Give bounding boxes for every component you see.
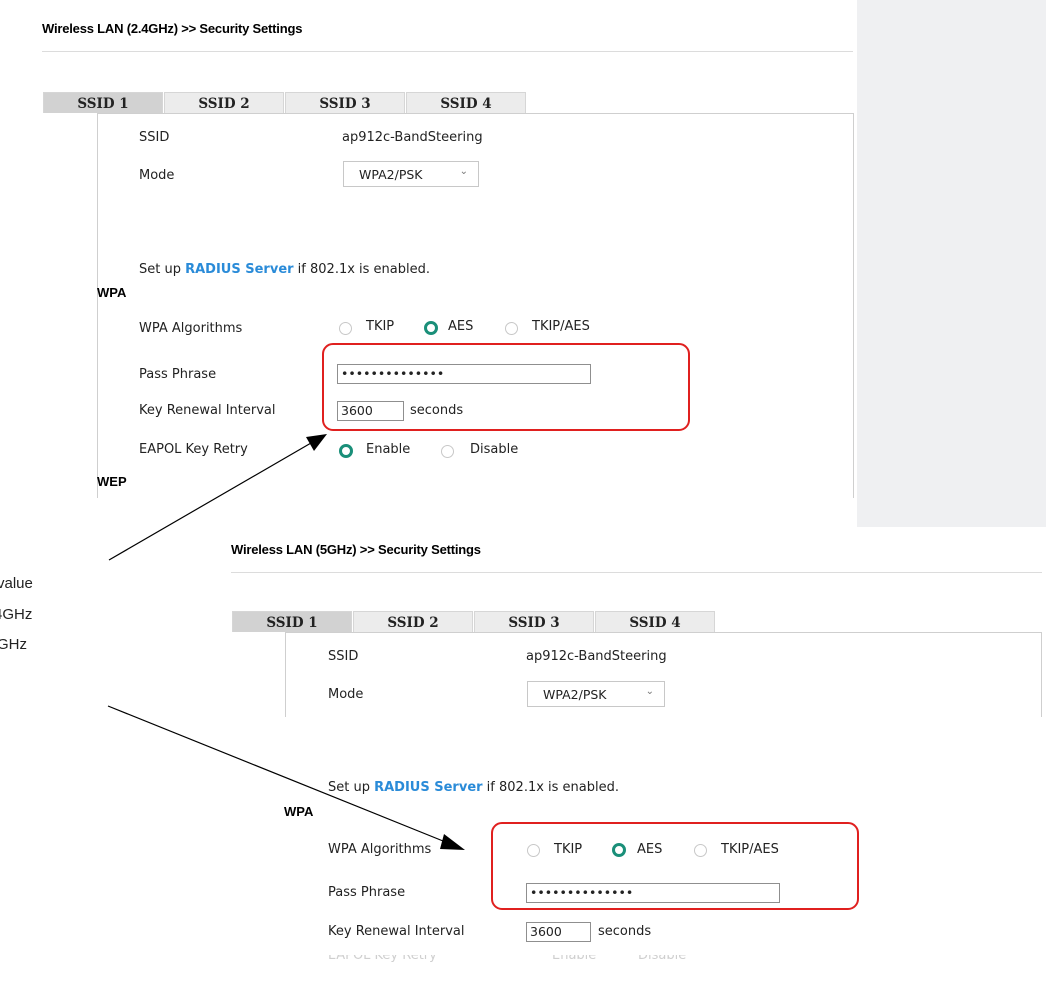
highlight-box-24ghz	[322, 343, 690, 431]
wpa-heading: WPA	[97, 285, 127, 300]
aes-radio[interactable]	[424, 321, 438, 335]
tkip-radio[interactable]	[339, 322, 352, 335]
ssid-tabs-24ghz: SSID 1 SSID 2 SSID 3 SSID 4	[43, 92, 527, 113]
ssid-label: SSID	[139, 130, 170, 145]
eapol-enable-radio[interactable]	[339, 444, 353, 458]
tab-ssid-4-5ghz[interactable]: SSID 4	[595, 611, 715, 632]
chevron-down-icon: ⌄	[645, 686, 654, 697]
aes-label: AES	[448, 319, 474, 334]
eapol-disable-label: Disable	[470, 442, 519, 457]
eapol-enable-label-5ghz: Enable	[552, 955, 597, 963]
eapol-disable-label-5ghz: Disable	[638, 955, 687, 963]
ssid-value-5ghz: ap912c-BandSteering	[526, 649, 667, 664]
ssid-label-5ghz: SSID	[328, 649, 359, 664]
radius-note-5ghz: Set up RADIUS Server if 802.1x is enable…	[328, 780, 619, 795]
mode-label: Mode	[139, 168, 175, 183]
eapol-disable-radio[interactable]	[441, 445, 454, 458]
page-title-24ghz: Wireless LAN (2.4GHz) >> Security Settin…	[42, 21, 303, 36]
key-renewal-unit-5ghz: seconds	[598, 924, 652, 939]
radius-note-prefix-5ghz: Set up	[328, 780, 375, 795]
side-background	[857, 0, 1046, 527]
radius-note-prefix: Set up	[139, 262, 186, 277]
key-renewal-input-5ghz[interactable]: 3600	[526, 922, 591, 942]
mode-select-5ghz[interactable]: WPA2/PSK ⌄	[527, 681, 665, 707]
tab-ssid-1-5ghz[interactable]: SSID 1	[232, 611, 352, 632]
mode-label-5ghz: Mode	[328, 687, 364, 702]
highlight-box-5ghz	[491, 822, 859, 910]
wpa-heading-5ghz: WPA	[284, 804, 314, 819]
radius-note-suffix: if 802.1x is enabled.	[293, 262, 431, 277]
tkip-label: TKIP	[366, 319, 395, 334]
pass-phrase-label-5ghz: Pass Phrase	[328, 885, 406, 900]
tab-ssid-2-5ghz[interactable]: SSID 2	[353, 611, 473, 632]
eapol-label-5ghz: EAPOL Key Retry	[328, 955, 437, 963]
tab-ssid-1[interactable]: SSID 1	[43, 92, 163, 113]
annotation-line-1: value	[0, 575, 33, 592]
annotation-line-3: GHz	[0, 636, 27, 653]
radius-server-link-5ghz[interactable]: RADIUS Server	[374, 780, 482, 795]
chevron-down-icon: ⌄	[459, 166, 468, 177]
tkip-aes-label: TKIP/AES	[532, 319, 590, 334]
tab-ssid-3[interactable]: SSID 3	[285, 92, 405, 113]
wpa-algorithms-label-5ghz: WPA Algorithms	[328, 842, 432, 857]
tkip-aes-radio[interactable]	[505, 322, 518, 335]
wep-heading: WEP	[97, 474, 127, 489]
wpa-algorithms-label: WPA Algorithms	[139, 321, 243, 336]
tab-ssid-4[interactable]: SSID 4	[406, 92, 526, 113]
eapol-label: EAPOL Key Retry	[139, 442, 248, 457]
arrow-head-5ghz-icon	[440, 834, 465, 850]
annotation-line-2: 4GHz	[0, 606, 33, 623]
tab-ssid-3-5ghz[interactable]: SSID 3	[474, 611, 594, 632]
pass-phrase-label: Pass Phrase	[139, 367, 217, 382]
radius-note: Set up RADIUS Server if 802.1x is enable…	[139, 262, 430, 277]
eapol-enable-label: Enable	[366, 442, 411, 457]
tab-ssid-2[interactable]: SSID 2	[164, 92, 284, 113]
ssid-tabs-5ghz: SSID 1 SSID 2 SSID 3 SSID 4	[232, 611, 716, 632]
mode-select[interactable]: WPA2/PSK ⌄	[343, 161, 479, 187]
page-title-5ghz: Wireless LAN (5GHz) >> Security Settings	[231, 542, 481, 557]
key-renewal-label-5ghz: Key Renewal Interval	[328, 924, 465, 939]
title-divider-5ghz	[231, 572, 1042, 573]
ssid-value: ap912c-BandSteering	[342, 130, 483, 145]
key-renewal-label: Key Renewal Interval	[139, 403, 276, 418]
radius-note-suffix-5ghz: if 802.1x is enabled.	[482, 780, 620, 795]
mode-select-value-5ghz: WPA2/PSK	[543, 687, 607, 702]
title-divider	[42, 51, 853, 52]
radius-server-link[interactable]: RADIUS Server	[185, 262, 293, 277]
eapol-row-cutoff-5ghz: EAPOL Key Retry Enable Disable	[212, 955, 772, 963]
arrow-to-5ghz	[107, 705, 449, 844]
mode-select-value: WPA2/PSK	[359, 167, 423, 182]
